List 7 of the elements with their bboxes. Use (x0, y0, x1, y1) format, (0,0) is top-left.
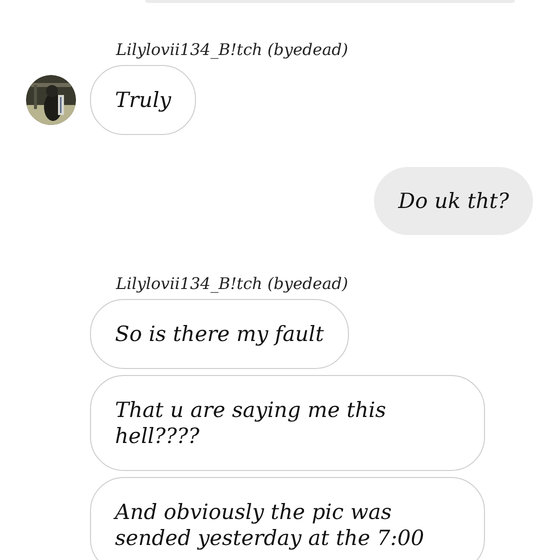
sender-name: Lilylovii134_B!tch (byedead) (116, 41, 350, 59)
sender-name: Lilylovii134_B!tch (byedead) (116, 275, 350, 293)
message-bubble: That u are saying me this hell???? (90, 375, 485, 471)
message-bubble: Truly (90, 65, 196, 135)
message-bubble: Do uk tht? (374, 167, 533, 235)
message-bubble: So is there my fault (90, 299, 349, 369)
message-bubble: And obviously the pic was sended yesterday at the 7:00 (90, 477, 485, 560)
